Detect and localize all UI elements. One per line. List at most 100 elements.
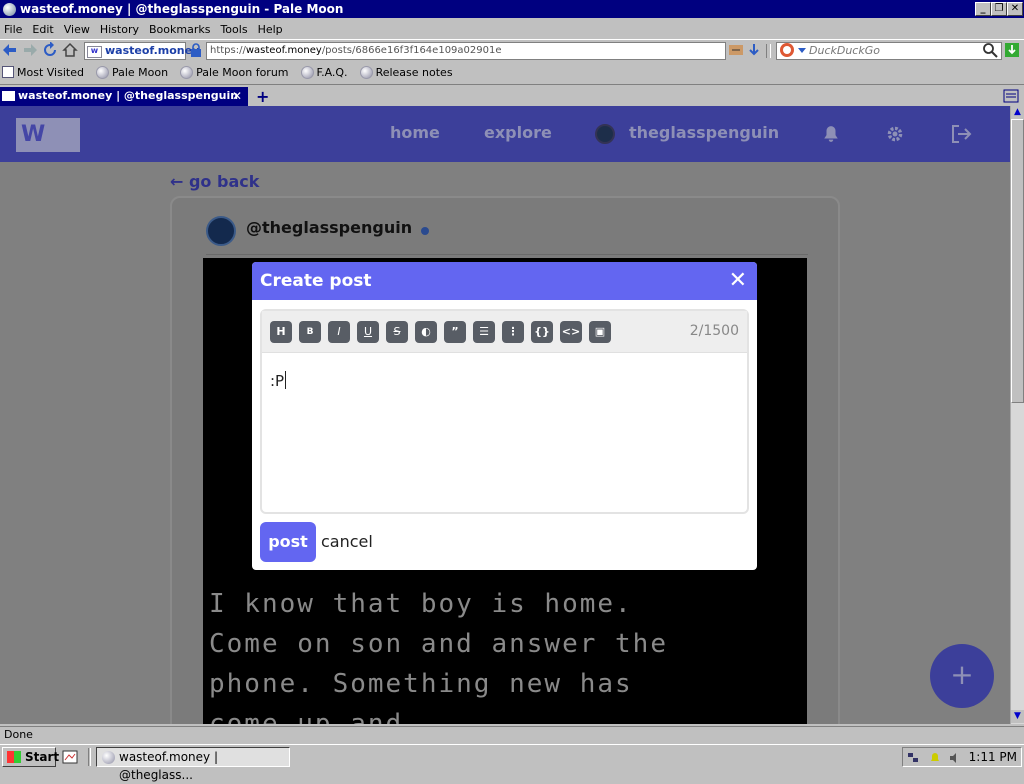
quick-launch-icon[interactable] [62,749,78,765]
search-icon[interactable] [982,42,998,58]
new-tab-button[interactable]: + [256,87,269,106]
window-titlebar: wasteof.money | @theglasspenguin - Pale … [0,0,1024,18]
menu-edit[interactable]: Edit [32,23,53,36]
url-bar[interactable]: https://wasteof.money/posts/6866e16f3f16… [206,42,726,60]
duckduckgo-icon[interactable] [779,42,795,58]
tab-label: wasteof.money | @theglasspenguin [18,89,239,102]
back-arrow-icon[interactable] [2,42,18,58]
italic-icon[interactable]: I [328,321,350,343]
bookmark-faq[interactable]: F.A.Q. [300,65,348,79]
start-button[interactable]: Start [2,747,59,767]
post-text-value: :P [270,372,285,390]
bookmarks-toolbar: Most Visited Pale Moon Pale Moon forum F… [0,62,1024,82]
site-identity-button[interactable]: wasteof.money [84,42,199,60]
palemoon-icon [3,2,16,16]
taskbar-item-palemoon[interactable]: wasteof.money | @theglass... [96,747,290,782]
close-icon[interactable]: ✕ [729,262,747,300]
bookmark-pale-moon[interactable]: Pale Moon [95,65,168,79]
bookmark-pale-moon-forum[interactable]: Pale Moon forum [180,65,289,79]
scrollbar-thumb[interactable] [1011,119,1024,403]
bookmark-label: Release notes [375,65,453,79]
window-title: wasteof.money | @theglasspenguin - Pale … [20,2,344,16]
quote-icon[interactable]: ” [444,321,466,343]
inline-code-icon[interactable]: <> [560,321,582,343]
lock-icon[interactable] [188,42,204,58]
underline-icon[interactable]: U [357,321,379,343]
site-logo[interactable]: W [16,118,80,152]
editor-toolbar: H B I U S ◐ ” ☰ ⋮ {} <> ▣ 2/1500 [262,311,747,353]
menu-history[interactable]: History [100,23,139,36]
scroll-up-icon[interactable]: ▲ [1011,106,1024,119]
volume-icon[interactable] [949,752,961,764]
tab-close-icon[interactable]: ✕ [232,87,242,105]
maximize-button[interactable]: ❐ [991,2,1007,16]
menu-view[interactable]: View [64,23,90,36]
image-icon[interactable]: ▣ [589,321,611,343]
post-editor[interactable]: H B I U S ◐ ” ☰ ⋮ {} <> ▣ 2/1500 :P [260,309,749,514]
palette-icon[interactable]: ◐ [415,321,437,343]
bookmark-most-visited[interactable]: Most Visited [2,66,84,79]
nav-user-link[interactable]: theglasspenguin [629,123,779,142]
menu-bar: File Edit View History Bookmarks Tools H… [0,19,1024,39]
nav-home-link[interactable]: home [390,123,440,142]
scroll-down-icon[interactable]: ▼ [1011,710,1024,723]
notification-bell-icon[interactable] [929,752,941,764]
numbered-list-icon[interactable]: ⋮ [502,321,524,343]
menu-file[interactable]: File [4,23,22,36]
post-text-input[interactable]: :P [270,371,287,390]
globe-icon [180,65,194,79]
text-caret [285,371,287,389]
menu-bookmarks[interactable]: Bookmarks [149,23,210,36]
go-back-link[interactable]: ← go back [170,172,259,191]
menu-help[interactable]: Help [258,23,283,36]
download-arrow-icon[interactable] [746,42,762,58]
online-status-dot [421,227,429,235]
post-button[interactable]: post [260,522,316,562]
tab-list-icon[interactable] [1003,89,1019,103]
heading-icon[interactable]: H [270,321,292,343]
url-host: wasteof.money [245,45,322,56]
post-image-caption: I know that boy is home. Come on son and… [209,589,668,724]
bookmarks-folder-icon [2,66,14,78]
cancel-button[interactable]: cancel [321,532,373,551]
url-scheme: https:// [210,45,246,56]
toolbar-separator [766,44,771,58]
globe-icon [300,65,314,79]
network-icon[interactable] [907,752,919,764]
character-counter: 2/1500 [689,323,739,339]
modal-header: Create post ✕ [252,262,757,300]
modal-title: Create post [260,271,372,291]
bold-icon[interactable]: B [299,321,321,343]
close-window-button[interactable]: ✕ [1007,2,1023,16]
vertical-scrollbar[interactable]: ▲ ▼ [1010,106,1024,724]
bookmark-label: Pale Moon forum [196,65,289,79]
home-icon[interactable] [62,42,78,58]
nav-explore-link[interactable]: explore [484,123,552,142]
reload-icon[interactable] [42,42,58,58]
forward-arrow-icon[interactable] [22,42,38,58]
menu-tools[interactable]: Tools [220,23,247,36]
gear-icon[interactable] [886,125,904,143]
bookmark-label: Most Visited [17,65,84,79]
user-avatar[interactable] [595,124,615,144]
logout-icon[interactable] [950,124,972,144]
bell-icon[interactable] [822,125,840,143]
new-post-fab[interactable]: + [930,644,994,708]
bullet-list-icon[interactable]: ☰ [473,321,495,343]
minimize-button[interactable]: _ [975,2,991,16]
feed-icon[interactable] [728,42,744,58]
tab-wasteof[interactable]: wasteof.money | @theglasspenguin ✕ [0,87,248,106]
system-tray: 1:11 PM [902,747,1022,767]
divider [206,254,808,255]
post-author-name[interactable]: @theglasspenguin [246,218,412,237]
post-author-avatar[interactable] [206,216,236,246]
status-text: Done [4,728,33,741]
downloads-icon[interactable] [1004,42,1020,58]
create-post-modal: Create post ✕ H B I U S ◐ ” ☰ ⋮ {} <> ▣ … [252,262,757,570]
strikethrough-icon[interactable]: S [386,321,408,343]
globe-icon [359,65,373,79]
taskbar-separator [88,748,91,766]
bookmark-release-notes[interactable]: Release notes [359,65,453,79]
code-block-icon[interactable]: {} [531,321,553,343]
search-engine-dropdown-icon[interactable] [794,42,810,58]
